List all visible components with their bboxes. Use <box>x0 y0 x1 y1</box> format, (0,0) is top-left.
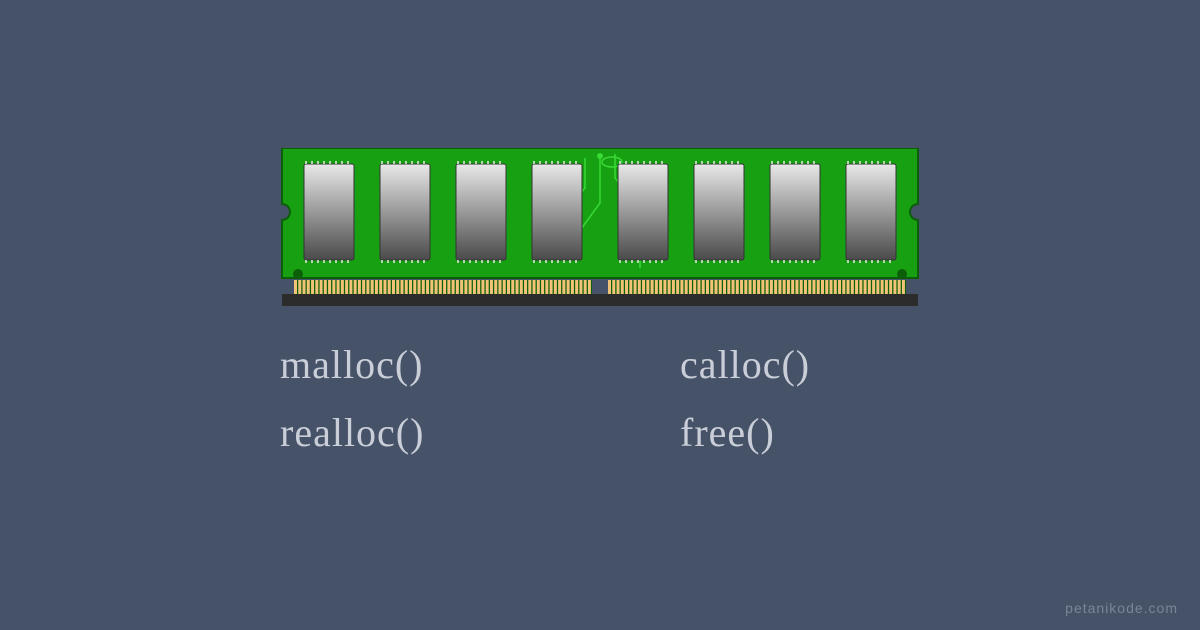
label-calloc: calloc() <box>640 345 920 385</box>
label-realloc: realloc() <box>280 413 560 453</box>
watermark-text: petanikode.com <box>1065 600 1178 616</box>
diagram-canvas: malloc() calloc() realloc() free() petan… <box>0 0 1200 630</box>
label-free: free() <box>640 413 920 453</box>
ram-icon <box>280 148 920 308</box>
ram-module-illustration <box>280 148 920 313</box>
label-malloc: malloc() <box>280 345 560 385</box>
function-labels: malloc() calloc() realloc() free() <box>280 345 920 453</box>
